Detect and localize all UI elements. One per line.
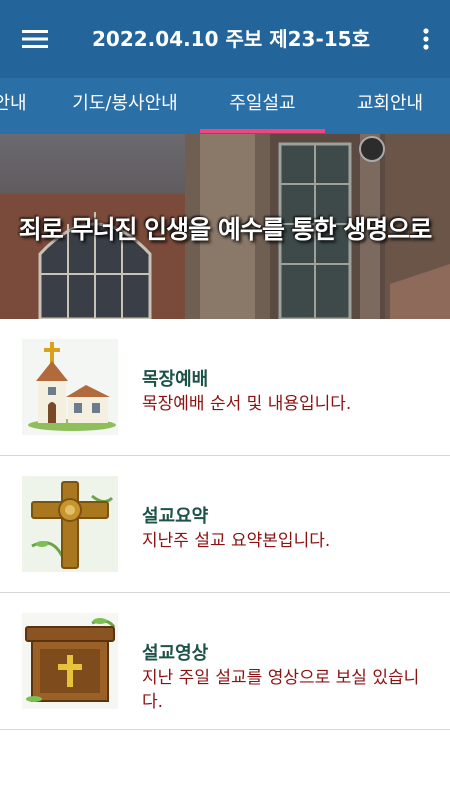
- church-icon: [22, 339, 118, 435]
- tab-indicator: [200, 129, 325, 133]
- list-item-cell-worship[interactable]: 목장예배 목장예배 순서 및 내용입니다.: [0, 319, 450, 456]
- tab-bar: 안내 기도/봉사안내 주일설교 교회안내: [0, 78, 450, 134]
- tab-label: 교회안내: [356, 93, 424, 114]
- list-item-sermon-summary[interactable]: 설교요약 지난주 설교 요약본입니다.: [0, 456, 450, 593]
- banner-title: 죄로 무너진 인생을 예수를 통한 생명으로: [18, 215, 433, 244]
- tab-label: 주일설교: [229, 93, 296, 114]
- tab-sunday-sermon[interactable]: 주일설교: [200, 78, 325, 134]
- tab-prayer-service[interactable]: 기도/봉사안내: [60, 78, 190, 134]
- item-title: 설교요약: [142, 506, 209, 527]
- tab-label: 기도/봉사안내: [72, 93, 178, 114]
- item-title: 목장예배: [142, 369, 209, 390]
- item-description: 지난 주일 설교를 영상으로 보실 있습니다.: [142, 668, 420, 712]
- page-title: 2022.04.10 주보 제23-15호: [91, 27, 370, 51]
- app-bar: 2022.04.10 주보 제23-15호: [0, 0, 450, 78]
- sermon-banner: 죄로 무너진 인생을 예수를 통한 생명으로: [0, 134, 450, 319]
- sermon-menu-list: 목장예배 목장예배 순서 및 내용입니다. 설교요약 지난주 설교 요약본입니다…: [0, 319, 450, 730]
- item-description: 목장예배 순서 및 내용입니다.: [142, 394, 352, 414]
- more-vert-icon: [423, 28, 429, 50]
- menu-button[interactable]: [14, 22, 56, 56]
- tab-church-info[interactable]: 교회안내: [340, 78, 440, 134]
- item-title: 설교영상: [142, 643, 209, 664]
- list-item-sermon-video[interactable]: 설교영상 지난 주일 설교를 영상으로 보실 있습니다.: [0, 593, 450, 730]
- cross-icon: [22, 476, 118, 572]
- more-options-button[interactable]: [412, 22, 440, 56]
- pulpit-icon: [22, 613, 118, 709]
- hamburger-icon: [22, 30, 48, 48]
- tab-label: 안내: [0, 93, 27, 114]
- item-description: 지난주 설교 요약본입니다.: [142, 531, 331, 551]
- tab-notice[interactable]: 안내: [0, 78, 30, 134]
